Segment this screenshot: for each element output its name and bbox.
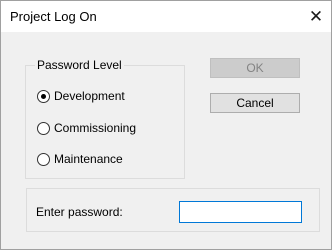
radio-development-label[interactable]: Development: [54, 89, 125, 103]
radio-commissioning-label[interactable]: Commissioning: [54, 121, 136, 135]
radio-development[interactable]: Development: [37, 88, 125, 104]
cancel-button[interactable]: Cancel: [210, 93, 300, 113]
close-button[interactable]: ✕: [301, 1, 331, 32]
title-bar: Project Log On ✕: [1, 1, 331, 32]
radio-selected-dot: [41, 93, 46, 99]
project-log-on-dialog: Project Log On ✕ Password Level Developm…: [0, 0, 332, 250]
ok-button[interactable]: OK: [210, 58, 300, 78]
password-level-legend: Password Level: [35, 58, 124, 72]
radio-maintenance[interactable]: Maintenance: [37, 151, 123, 167]
window-title: Project Log On: [10, 9, 97, 24]
radio-maintenance-label[interactable]: Maintenance: [54, 152, 123, 166]
radio-development-button[interactable]: [37, 89, 50, 103]
radio-commissioning[interactable]: Commissioning: [37, 120, 136, 136]
password-label: Enter password:: [36, 205, 123, 219]
radio-maintenance-button[interactable]: [37, 152, 50, 166]
password-input[interactable]: [179, 201, 302, 223]
radio-commissioning-button[interactable]: [37, 121, 50, 135]
close-icon: ✕: [308, 6, 324, 26]
